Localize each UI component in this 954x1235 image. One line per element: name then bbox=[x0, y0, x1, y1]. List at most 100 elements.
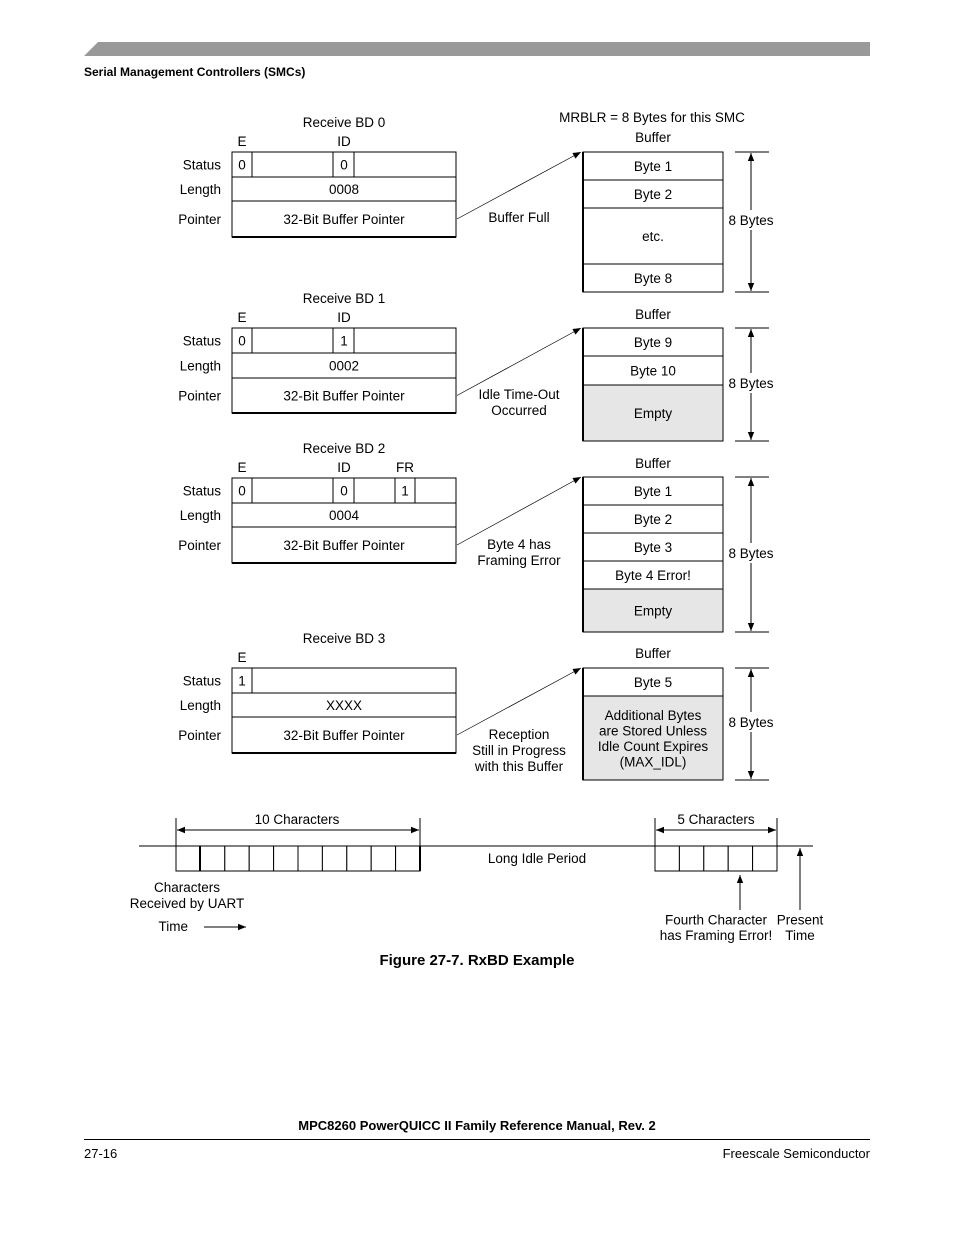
character-cell bbox=[224, 845, 250, 872]
buffer-title: Buffer bbox=[635, 456, 671, 471]
pointer-value: 32-Bit Buffer Pointer bbox=[283, 728, 405, 743]
pointer-arrow bbox=[456, 667, 582, 736]
character-cell bbox=[395, 845, 421, 872]
event-label: Buffer Full bbox=[488, 210, 549, 225]
error-label: Fourth Character bbox=[665, 912, 768, 927]
row-label-pointer: Pointer bbox=[178, 212, 221, 227]
receive-bd-3: Receive BD 3 E Status Length Pointer 1 XXXX 32-… bbox=[178, 631, 775, 781]
receive-bd-0: Receive BD 0 E ID Status Length Pointer 0 0 0008… bbox=[178, 115, 775, 293]
row-label-pointer: Pointer bbox=[178, 389, 221, 404]
present-time-label: Time bbox=[785, 928, 815, 943]
character-cell bbox=[273, 845, 299, 872]
buffer-cell-text: (MAX_IDL) bbox=[620, 754, 687, 769]
size-label: 8 Bytes bbox=[728, 213, 773, 228]
bit-label-e: E bbox=[237, 650, 246, 665]
pointer-arrow bbox=[456, 476, 582, 546]
size-label: 8 Bytes bbox=[728, 376, 773, 391]
buffer-cell-text: Empty bbox=[634, 604, 673, 619]
pointer-value: 32-Bit Buffer Pointer bbox=[283, 389, 405, 404]
length-value: 0008 bbox=[329, 182, 359, 197]
bd-title: Receive BD 2 bbox=[303, 441, 386, 456]
row-label-length: Length bbox=[180, 182, 221, 197]
status-fr-value: 1 bbox=[401, 484, 409, 499]
status-id-value: 1 bbox=[340, 334, 348, 349]
character-cell bbox=[370, 845, 397, 872]
bit-label-id: ID bbox=[337, 134, 351, 149]
footer-divider bbox=[84, 1139, 870, 1140]
character-cell bbox=[175, 845, 201, 872]
buffer-cell-text: Byte 9 bbox=[634, 335, 672, 350]
character-cell bbox=[727, 845, 754, 872]
buffer-cell-text: Byte 8 bbox=[634, 271, 672, 286]
bit-label-fr: FR bbox=[396, 460, 414, 475]
event-label: Framing Error bbox=[477, 553, 561, 568]
bit-label-e: E bbox=[237, 310, 246, 325]
buffer-cell-text: Byte 3 bbox=[634, 540, 672, 555]
row-label-pointer: Pointer bbox=[178, 728, 221, 743]
status-e-value: 1 bbox=[238, 674, 246, 689]
buffer-cell-text: Byte 5 bbox=[634, 675, 672, 690]
pointer-arrow bbox=[456, 327, 582, 396]
status-e-value: 0 bbox=[238, 334, 246, 349]
character-cell bbox=[199, 845, 226, 872]
row-label-status: Status bbox=[183, 484, 222, 499]
bit-label-id: ID bbox=[337, 460, 351, 475]
length-value: 0002 bbox=[329, 359, 359, 374]
bd-title: Receive BD 3 bbox=[303, 631, 386, 646]
event-label: Occurred bbox=[491, 403, 547, 418]
buffer-cell-text: Byte 10 bbox=[630, 364, 676, 379]
received-label: Characters bbox=[154, 880, 220, 895]
buffer-title: Buffer bbox=[635, 646, 671, 661]
buffer-cell-text: Empty bbox=[634, 406, 673, 421]
manual-title: MPC8260 PowerQUICC II Family Reference M… bbox=[298, 1118, 656, 1133]
buffer-cell-text: Byte 4 Error! bbox=[615, 568, 691, 583]
buffer-cell-text: etc. bbox=[642, 229, 664, 244]
character-cell bbox=[654, 845, 680, 872]
buffer-cell-text: Byte 1 bbox=[634, 484, 672, 499]
row-label-length: Length bbox=[180, 359, 221, 374]
status-e-value: 0 bbox=[238, 158, 246, 173]
mrblr-note: MRBLR = 8 Bytes for this SMC bbox=[559, 110, 745, 125]
status-e-value: 0 bbox=[238, 484, 246, 499]
status-id-value: 0 bbox=[340, 158, 348, 173]
status-id-value: 0 bbox=[340, 484, 348, 499]
idle-label: Long Idle Period bbox=[488, 851, 586, 866]
size-label: 8 Bytes bbox=[728, 715, 773, 730]
bd-title: Receive BD 0 bbox=[303, 115, 386, 130]
company-name: Freescale Semiconductor bbox=[722, 1146, 870, 1161]
event-label: Reception bbox=[489, 727, 550, 742]
length-value: 0004 bbox=[329, 508, 360, 523]
character-cell bbox=[297, 845, 323, 872]
row-label-status: Status bbox=[183, 158, 222, 173]
buffer-title: Buffer bbox=[635, 130, 671, 145]
event-label: Idle Time-Out bbox=[478, 387, 559, 402]
character-cell bbox=[752, 845, 778, 872]
character-cell bbox=[321, 845, 348, 872]
bit-label-id: ID bbox=[337, 310, 351, 325]
row-label-pointer: Pointer bbox=[178, 538, 221, 553]
size-label: 8 Bytes bbox=[728, 546, 773, 561]
bit-label-e: E bbox=[237, 460, 246, 475]
row-label-status: Status bbox=[183, 334, 222, 349]
event-label: Byte 4 has bbox=[487, 537, 551, 552]
bit-label-e: E bbox=[237, 134, 246, 149]
buffer-cell-text: Additional Bytes bbox=[605, 708, 702, 723]
character-cell bbox=[678, 845, 705, 872]
row-label-length: Length bbox=[180, 508, 221, 523]
page-number: 27-16 bbox=[84, 1146, 118, 1161]
character-cell bbox=[346, 845, 372, 872]
error-label: has Framing Error! bbox=[660, 928, 773, 943]
group1-label: 10 Characters bbox=[255, 812, 340, 827]
receive-bd-1: Receive BD 1 E ID Status Length Pointer 0 1 0002… bbox=[178, 291, 775, 442]
buffer-cell-text: Byte 1 bbox=[634, 159, 672, 174]
row-label-length: Length bbox=[180, 698, 221, 713]
present-time-label: Present bbox=[777, 912, 824, 927]
figure-caption: Figure 27-7. RxBD Example bbox=[379, 952, 575, 969]
character-cell bbox=[703, 845, 729, 872]
pointer-value: 32-Bit Buffer Pointer bbox=[283, 538, 405, 553]
buffer-cell-text: Idle Count Expires bbox=[598, 739, 709, 754]
receive-bd-2: Receive BD 2 E ID FR Status Length Pointer 0 0 1 0… bbox=[178, 441, 775, 633]
row-label-status: Status bbox=[183, 674, 222, 689]
event-label: with this Buffer bbox=[474, 759, 564, 774]
rxbd-figure: MRBLR = 8 Bytes for this SMC Receive BD … bbox=[130, 110, 824, 943]
